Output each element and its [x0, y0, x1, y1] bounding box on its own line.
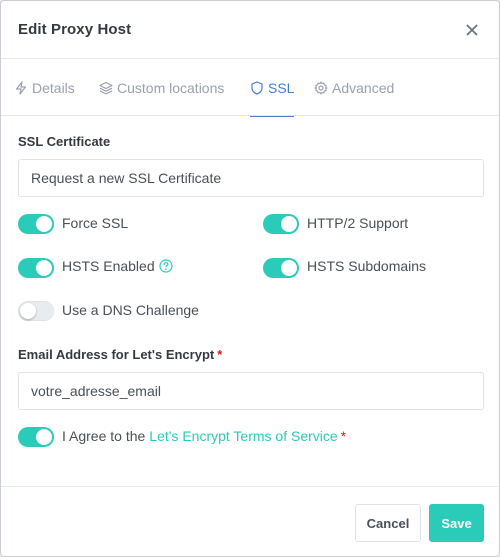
shield-icon: [250, 80, 264, 95]
tab-bar: Details Custom locations SSL Advanced: [1, 59, 499, 117]
layers-icon: [99, 81, 113, 95]
toggle-knob: [281, 216, 297, 232]
bolt-icon: [14, 80, 28, 95]
ssl-certificate-select[interactable]: Request a new SSL Certificate: [18, 159, 484, 197]
http2-support-label: HTTP/2 Support: [307, 215, 409, 231]
tab-ssl-label: SSL: [268, 79, 295, 96]
hsts-subdomains-toggle[interactable]: [263, 258, 299, 278]
agree-terms-row: I Agree to the Let's Encrypt Terms of Se…: [62, 428, 346, 444]
toggle-knob: [36, 260, 52, 276]
hsts-subdomains-label: HSTS Subdomains: [307, 258, 427, 274]
agree-terms-toggle[interactable]: [18, 427, 54, 447]
tab-advanced-label: Advanced: [332, 79, 395, 96]
email-field[interactable]: votre_adresse_email: [18, 372, 484, 410]
dns-challenge-toggle[interactable]: [18, 301, 54, 321]
tab-custom-locations[interactable]: Custom locations: [99, 59, 224, 116]
ssl-certificate-label: SSL Certificate: [18, 134, 111, 149]
email-label: Email Address for Let's Encrypt: [18, 347, 215, 362]
toggle-knob: [36, 429, 52, 445]
tab-details[interactable]: Details: [14, 59, 75, 116]
toggle-knob: [281, 260, 297, 276]
close-icon: [462, 20, 482, 40]
force-ssl-label: Force SSL: [62, 215, 129, 231]
email-value: votre_adresse_email: [31, 383, 161, 399]
tab-details-label: Details: [32, 79, 75, 96]
gear-icon: [314, 80, 328, 95]
tab-custom-locations-label: Custom locations: [117, 79, 225, 96]
toggle-knob: [20, 303, 36, 319]
terms-of-service-link[interactable]: Let's Encrypt Terms of Service: [149, 428, 337, 444]
force-ssl-toggle[interactable]: [18, 214, 54, 234]
cancel-button[interactable]: Cancel: [355, 504, 421, 542]
modal-footer: Cancel Save: [1, 486, 499, 556]
hsts-enabled-toggle[interactable]: [18, 258, 54, 278]
required-marker: *: [217, 347, 223, 362]
toggle-knob: [36, 216, 52, 232]
required-marker: *: [340, 428, 347, 444]
edit-proxy-host-modal: Edit Proxy Host Details Custom locations…: [0, 0, 500, 557]
email-label-row: Email Address for Let's Encrypt *: [18, 347, 222, 362]
help-icon[interactable]: [159, 259, 173, 273]
ssl-certificate-value: Request a new SSL Certificate: [31, 170, 222, 186]
tab-advanced[interactable]: Advanced: [314, 59, 394, 116]
http2-support-toggle[interactable]: [263, 214, 299, 234]
close-button[interactable]: [462, 20, 482, 40]
modal-header: Edit Proxy Host: [1, 1, 499, 59]
agree-terms-label: I Agree to the: [62, 428, 146, 444]
modal-title: Edit Proxy Host: [18, 21, 132, 38]
hsts-enabled-label: HSTS Enabled: [62, 258, 155, 274]
hsts-enabled-row: HSTS Enabled: [62, 258, 173, 274]
dns-challenge-label: Use a DNS Challenge: [62, 302, 199, 318]
save-button[interactable]: Save: [429, 504, 484, 542]
tab-ssl[interactable]: SSL: [250, 59, 295, 117]
